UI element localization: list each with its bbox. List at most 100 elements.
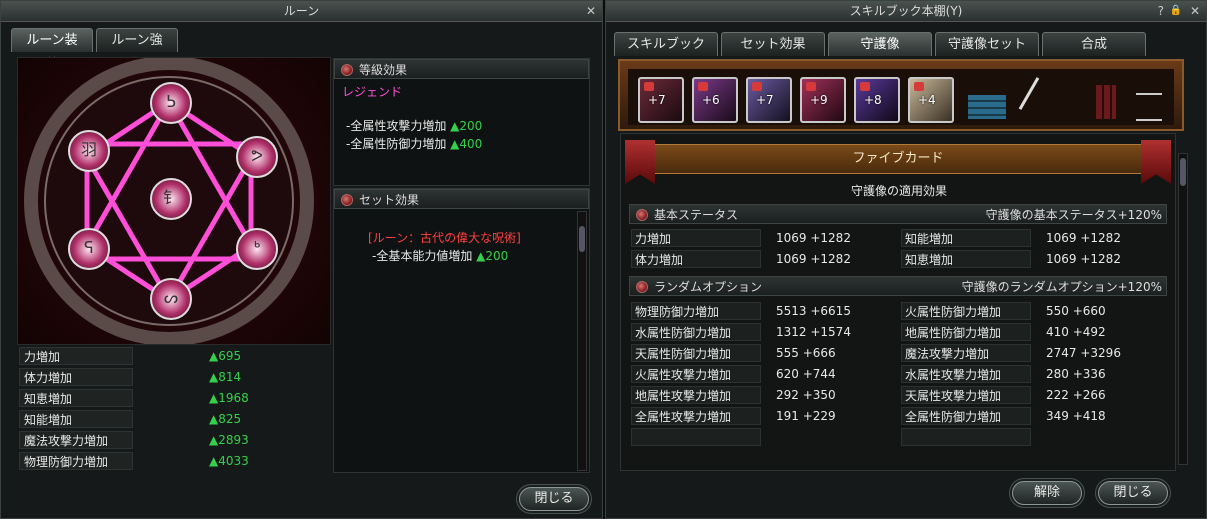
stat-value: 1069 +1282 [1046,252,1121,266]
basic-status-header: 基本ステータス 守護像の基本ステータス+120% [629,204,1167,224]
stat-row: 知能増加 ▲825 [19,409,329,429]
rune-slot-top[interactable]: ᕊ [150,82,192,124]
stat-label: 地属性攻撃力増加 [631,386,761,404]
random-option-bonus: 守護像のランダムオプション+120% [961,280,1162,294]
rune-slot-lower-left[interactable]: ᕋ [68,228,110,270]
grid-cell: 知恵増加 1069 +1282 [901,249,1161,269]
stat-label [631,428,761,446]
guardian-card[interactable]: +7 [638,77,684,123]
tab-set-effect[interactable]: セット効果 [721,32,825,56]
card-level: +9 [810,93,828,107]
rune-glyph: 羽 [80,140,97,159]
grid-cell: 水属性防御力増加 1312 +1574 [631,322,891,342]
tab-rune-equip[interactable]: ルーン装着 [11,28,93,72]
stat-label: 知恵増加 [19,389,133,407]
lock-icon[interactable]: 🔒 [1170,1,1182,21]
lock-icon [914,82,924,91]
skillbook-window-titlebar[interactable]: スキルブック本棚(Y) ? 🔒 ✕ [606,1,1206,22]
stat-label: 天属性攻撃力増加 [901,386,1031,404]
grid-cell: 火属性攻撃力増加 620 +744 [631,364,891,384]
stat-value: ▲4033 [209,454,249,468]
grade-effect-line: -全属性防御力増加 ▲400 [346,135,482,152]
tab-guardian[interactable]: 守護像 [828,32,932,56]
stat-label: 全属性防御力増加 [901,407,1031,425]
effect-label: -全属性攻撃力増加 [346,119,447,133]
tab-synthesis[interactable]: 合成 [1042,32,1146,56]
guardian-card[interactable]: +6 [692,77,738,123]
rune-window-title: ルーン [283,4,320,18]
grade-effect-panel: 等級効果 レジェンド -全属性攻撃力増加 ▲200 -全属性防御力増加 ▲400 [333,58,590,186]
effect-scrollbar[interactable] [1178,153,1188,465]
guardian-effect-panel: ファイブカード 守護像の適用効果 基本ステータス 守護像の基本ステータス+120… [620,133,1176,471]
stat-value: 550 +660 [1046,304,1106,318]
lock-icon [860,82,870,91]
grid-cell: 力増加 1069 +1282 [631,228,891,248]
stat-value: 222 +266 [1046,388,1106,402]
rune-glyph: ᒃ [253,238,261,257]
set-name: [ルーン：古代の偉大な呪術] [368,231,521,245]
tab-guardian-set[interactable]: 守護像セット [935,32,1039,56]
card-level: +4 [918,93,936,107]
stat-value: 2747 +3296 [1046,346,1121,360]
standing-books-icon [1096,85,1116,119]
tab-rune-enhance[interactable]: ルーン強化 [96,28,178,72]
rune-slot-center[interactable]: 钅 [150,178,192,220]
stat-row: 体力増加 ▲814 [19,367,329,387]
set-effect-scrollbar[interactable] [577,211,587,471]
stat-row: 力増加 ▲695 [19,346,329,366]
grade-effect-title: 等級効果 [359,63,408,77]
rune-slot-bottom[interactable]: ᔕ [150,278,192,320]
stat-value: ▲695 [209,349,242,363]
scrollbar-thumb[interactable] [579,226,585,252]
stat-value: ▲825 [209,412,242,426]
close-button[interactable]: 閉じる [1098,481,1168,505]
close-icon[interactable]: ✕ [586,1,596,21]
stat-value: 292 +350 [776,388,836,402]
rune-circle-panel: ᕊ 羽 ᕗ 钅 ᕋ ᒃ ᔕ [17,57,331,345]
help-icon[interactable]: ? [1158,1,1164,21]
release-button[interactable]: 解除 [1012,481,1082,505]
stat-value: 191 +229 [776,409,836,423]
stat-value: ▲1968 [209,391,249,405]
grid-cell: 体力増加 1069 +1282 [631,249,891,269]
scrollbar-thumb[interactable] [1180,158,1186,186]
stat-label: 力増加 [19,347,133,365]
guardian-card[interactable]: +8 [854,77,900,123]
stat-label [901,428,1031,446]
tab-skillbook[interactable]: スキルブック [614,32,718,56]
skillbook-window-title: スキルブック本棚(Y) [849,4,963,18]
grid-cell: 全属性攻撃力増加 191 +229 [631,406,891,426]
close-button[interactable]: 閉じる [519,487,589,511]
guardian-card[interactable]: +4 [908,77,954,123]
stat-label: 体力増加 [19,368,133,386]
random-option-title: ランダムオプション [654,280,763,294]
rune-slot-upper-left[interactable]: 羽 [68,130,110,172]
rune-slot-lower-right[interactable]: ᒃ [236,228,278,270]
stat-label: 知能増加 [19,410,133,428]
stat-value: 280 +336 [1046,367,1106,381]
rune-slot-upper-right[interactable]: ᕗ [236,136,278,178]
rune-window-titlebar[interactable]: ルーン ✕ [1,1,602,22]
rune-glyph: ᕋ [84,238,94,257]
set-effect-header: セット効果 [334,189,589,209]
grid-cell: 地属性防御力増加 410 +492 [901,322,1161,342]
scale-icon [1136,93,1162,121]
basic-status-bonus: 守護像の基本ステータス+120% [985,208,1162,222]
left-banner-icon [625,140,655,184]
basic-status-title: 基本ステータス [654,208,739,222]
effect-title: 守護像の適用効果 [850,184,947,198]
guardian-card[interactable]: +9 [800,77,846,123]
guardian-card[interactable]: +7 [746,77,792,123]
rune-glyph: ᕊ [166,92,176,111]
grid-cell: 物理防御力増加 5513 +6615 [631,301,891,321]
stat-label: 物理防御力増加 [631,302,761,320]
rune-glyph: ᔕ [163,288,179,307]
card-level: +7 [648,93,666,107]
shelf-title: ファイブカード [852,151,944,166]
stat-label: 水属性防御力増加 [631,323,761,341]
skillbook-tabs: スキルブック セット効果 守護像 守護像セット 合成 [614,32,1146,56]
close-icon[interactable]: ✕ [1190,1,1200,21]
stat-value: 620 +744 [776,367,836,381]
stat-value: 1069 +1282 [1046,231,1121,245]
stat-value: ▲2893 [209,433,249,447]
